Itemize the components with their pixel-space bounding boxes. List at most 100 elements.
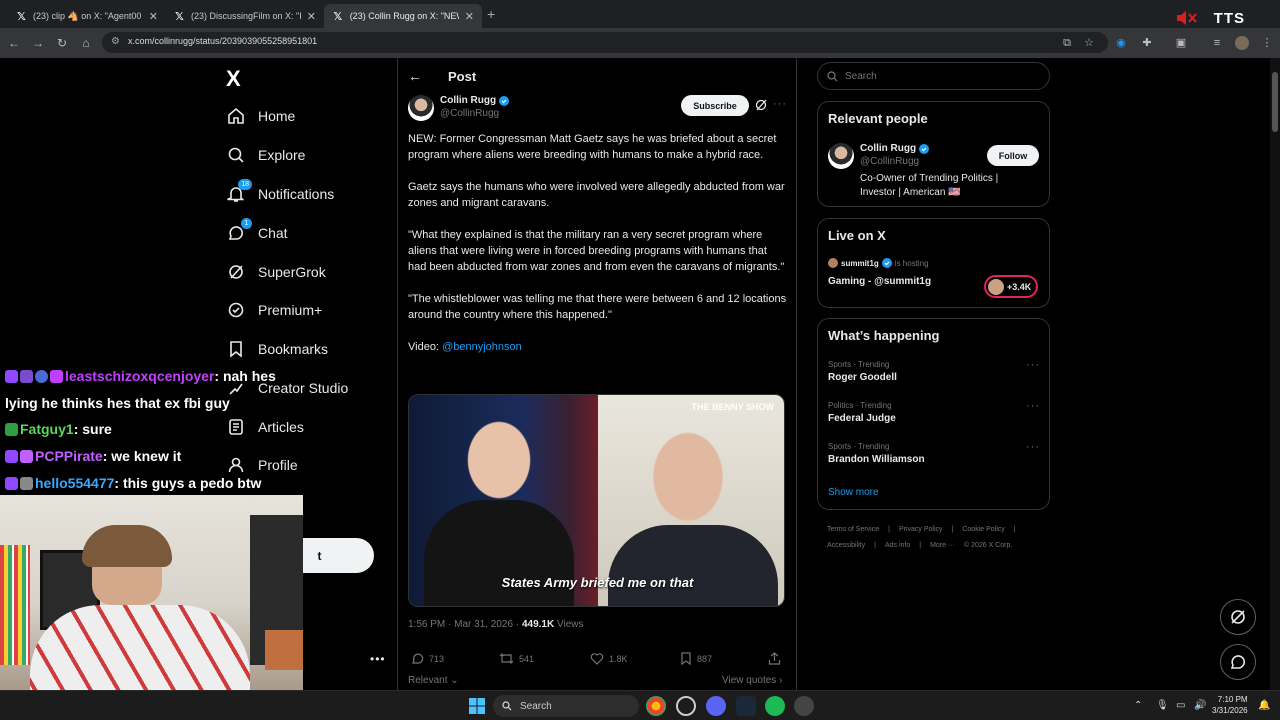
new-tab-icon[interactable]: +	[487, 6, 495, 22]
footer-link[interactable]: Accessibility	[827, 542, 865, 549]
nav-item-explore[interactable]: Explore	[226, 142, 305, 168]
browser-tab-2[interactable]: 𝕏 (23) DiscussingFilm on X: "First ✕	[166, 4, 324, 28]
avatar[interactable]	[828, 143, 854, 169]
home-browser-icon[interactable]: ⌂	[78, 35, 94, 51]
live-listeners-pill[interactable]: +3.4K	[984, 275, 1038, 298]
more-options-icon[interactable]: ···	[773, 98, 787, 110]
notification-bell-icon[interactable]: 🔔	[1258, 700, 1270, 711]
footer-link[interactable]: Cookie Policy	[962, 526, 1004, 533]
live-host[interactable]: summit1g is hosting	[828, 258, 929, 268]
taskbar-search[interactable]: Search	[493, 695, 639, 717]
nav-item-home[interactable]: Home	[226, 103, 295, 129]
extensions-icon[interactable]: ✚	[1140, 36, 1154, 50]
bookmark-button[interactable]: 887	[680, 652, 712, 665]
subscribe-button[interactable]: Subscribe	[681, 95, 749, 116]
network-icon[interactable]: ▭	[1176, 700, 1185, 711]
sort-replies-dropdown[interactable]: Relevant ⌄	[408, 675, 459, 686]
site-info-icon[interactable]: ⚙	[111, 36, 120, 47]
trend-item[interactable]: Politics · Trending Federal Judge	[828, 401, 896, 424]
timestamp-text[interactable]: 1:56 PM · Mar 31, 2026 ·	[408, 619, 522, 630]
chat-username: PCPPirate	[35, 448, 103, 464]
repost-button[interactable]: 541	[499, 652, 534, 665]
view-quotes-link[interactable]: View quotes ›	[722, 675, 782, 686]
page-scrollbar[interactable]	[1270, 58, 1280, 690]
steam-icon[interactable]	[736, 696, 756, 716]
back-arrow-icon[interactable]: ←	[6, 35, 22, 51]
browser-menu-icon[interactable]: ⋮	[1260, 36, 1274, 50]
search-input[interactable]: Search	[817, 62, 1050, 90]
footer-link[interactable]: Terms of Service	[827, 526, 879, 533]
url-text[interactable]: x.com/collinrugg/status/2039039055258951…	[128, 36, 317, 46]
audio-app-icon[interactable]	[794, 696, 814, 716]
close-tab-icon[interactable]: ✕	[149, 10, 158, 23]
author-info[interactable]: Collin Rugg @CollinRugg	[440, 95, 510, 119]
footer-link[interactable]: Privacy Policy	[899, 526, 943, 533]
person-info[interactable]: Collin Rugg @CollinRugg	[860, 143, 930, 167]
person-handle[interactable]: @CollinRugg	[860, 156, 929, 167]
reply-button[interactable]: 713	[411, 652, 444, 665]
mention-link[interactable]: @bennyjohnson	[442, 341, 522, 353]
extension-active-icon[interactable]: ◉	[1114, 36, 1128, 50]
share-button[interactable]	[768, 652, 786, 665]
close-tab-icon[interactable]: ✕	[465, 10, 474, 23]
view-quotes-label: View quotes	[722, 675, 777, 686]
scrollbar-thumb[interactable]	[1272, 72, 1278, 132]
nav-item-notifications[interactable]: 18 Notifications	[226, 179, 334, 207]
windows-start-icon[interactable]	[469, 698, 485, 714]
profile-avatar-icon[interactable]	[1235, 36, 1249, 50]
x-logo-icon[interactable]: X	[226, 66, 241, 92]
cast-icon[interactable]: ⧉	[1060, 36, 1074, 50]
tray-chevron-icon[interactable]: ⌃	[1134, 700, 1142, 711]
sub-badge-icon	[20, 370, 33, 383]
show-more-link[interactable]: Show more	[828, 487, 879, 498]
forward-arrow-icon[interactable]: →	[30, 35, 46, 51]
app-icon[interactable]	[676, 696, 696, 716]
chat-message: lying he thinks hes that ex fbi guy	[5, 395, 230, 411]
discord-icon[interactable]	[706, 696, 726, 716]
star-icon[interactable]: ☆	[1082, 36, 1096, 50]
nav-item-bookmarks[interactable]: Bookmarks	[226, 336, 328, 362]
clock-time: 7:10 PM	[1217, 695, 1248, 704]
sidepanel-icon[interactable]: ▣	[1174, 36, 1188, 50]
follow-button[interactable]: Follow	[987, 145, 1039, 166]
like-button[interactable]: 1.8K	[590, 652, 628, 665]
volume-icon[interactable]: 🔊	[1194, 700, 1206, 711]
trend-more-icon[interactable]: ···	[1026, 400, 1040, 412]
close-tab-icon[interactable]: ✕	[307, 10, 316, 23]
grok-explain-icon[interactable]	[755, 99, 767, 111]
card-title: Relevant people	[828, 111, 928, 126]
messages-floating-button[interactable]	[1220, 644, 1256, 680]
trend-category: Politics · Trending	[828, 401, 892, 410]
author-handle[interactable]: @CollinRugg	[440, 108, 509, 119]
chat-message: Fatguy1: sure	[5, 421, 112, 437]
trend-more-icon[interactable]: ···	[1026, 441, 1040, 453]
browser-tab-1[interactable]: 𝕏 (23) clip 🐴 on X: "Agent00 rev ✕	[8, 4, 166, 28]
home-icon	[226, 106, 246, 126]
footer-link[interactable]: Ads info	[885, 542, 910, 549]
browser-tab-3[interactable]: 𝕏 (23) Collin Rugg on X: "NEW ✕	[324, 4, 482, 28]
microphone-icon[interactable]: 🎙	[1156, 700, 1169, 711]
address-bar[interactable]: ⚙ x.com/collinrugg/status/20390390552589…	[102, 32, 1108, 53]
account-menu-icon[interactable]: •••	[370, 652, 386, 666]
footer-link[interactable]: More ···	[930, 542, 955, 549]
person-name[interactable]: Collin Rugg	[860, 143, 916, 154]
stream-title[interactable]: Gaming - @summit1g	[828, 276, 931, 287]
back-arrow-icon[interactable]: ←	[408, 68, 422, 84]
trend-item[interactable]: Sports · Trending Brandon Williamson	[828, 442, 925, 465]
nav-item-premium[interactable]: Premium+	[226, 297, 322, 323]
chrome-icon[interactable]	[646, 696, 666, 716]
media-icon[interactable]: ≡	[1210, 36, 1224, 50]
avatar[interactable]	[408, 95, 434, 121]
nav-item-supergrok[interactable]: SuperGrok	[226, 259, 326, 285]
trend-more-icon[interactable]: ···	[1026, 359, 1040, 371]
reload-icon[interactable]: ↻	[54, 35, 70, 51]
tweet-video[interactable]: THE BENNY SHOW States Army briefed me on…	[408, 394, 785, 607]
trend-item[interactable]: Sports · Trending Roger Goodell	[828, 360, 897, 383]
system-clock[interactable]: 7:10 PM 3/31/2026	[1212, 694, 1248, 716]
nav-item-articles[interactable]: Articles	[226, 414, 304, 440]
reply-count: 713	[429, 653, 445, 664]
nav-item-chat[interactable]: 1 Chat	[226, 218, 288, 246]
grok-floating-button[interactable]	[1220, 599, 1256, 635]
author-name[interactable]: Collin Rugg	[440, 95, 496, 106]
spotify-icon[interactable]	[765, 696, 785, 716]
